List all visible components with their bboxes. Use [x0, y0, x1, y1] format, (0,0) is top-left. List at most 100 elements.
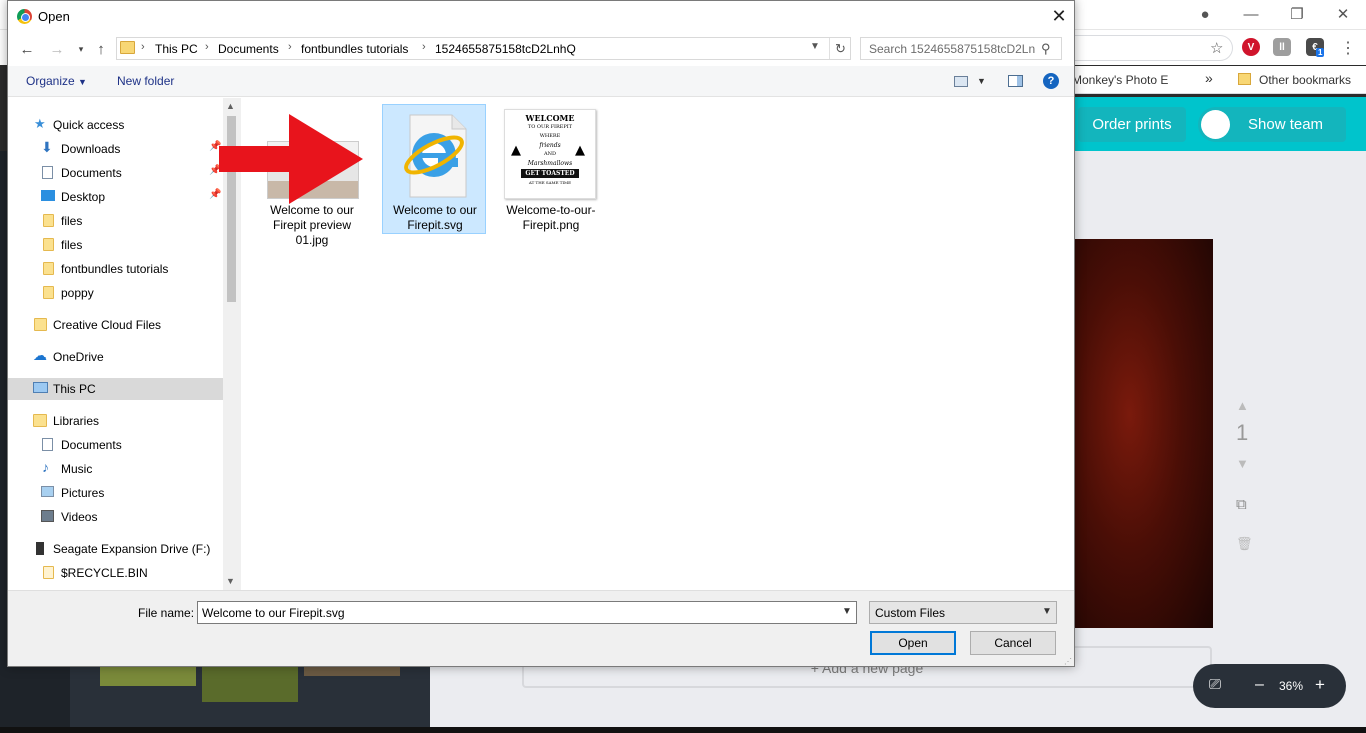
- thumb-text: WHERE: [539, 133, 561, 139]
- file-name-input[interactable]: Welcome to our Firepit.svg ▼: [197, 601, 857, 624]
- page-up-icon[interactable]: ▲: [1236, 398, 1252, 414]
- bookmark-star-icon[interactable]: ☆: [1210, 39, 1223, 57]
- nav-item-folder[interactable]: poppy: [8, 282, 223, 304]
- nav-item-videos[interactable]: Videos: [8, 506, 223, 528]
- thumb-text: WELCOME: [525, 113, 575, 123]
- extension-gray-icon[interactable]: ll: [1273, 38, 1291, 56]
- chevron-right-icon[interactable]: ›: [422, 41, 426, 53]
- open-file-dialog: Open ✕ ← → ▾ ↑ › This PC › Documents › f…: [7, 0, 1075, 667]
- bookmark-photo-editor[interactable]: Monkey's Photo E: [1072, 73, 1168, 87]
- extension-badge-count: 1: [1316, 48, 1325, 57]
- minimize-icon[interactable]: —: [1228, 0, 1274, 28]
- toggle-knob: [1201, 110, 1230, 139]
- chevron-down-icon[interactable]: ▼: [977, 76, 986, 86]
- search-icon[interactable]: ⚲: [1041, 41, 1051, 57]
- present-icon[interactable]: ⎚: [1209, 676, 1221, 693]
- nav-item-folder[interactable]: fontbundles tutorials: [8, 258, 223, 280]
- nav-item-library-documents[interactable]: Documents: [8, 434, 223, 456]
- back-arrow-icon[interactable]: ←: [18, 40, 36, 58]
- nav-item-quick-access[interactable]: ★ Quick access: [8, 114, 223, 136]
- scroll-up-icon[interactable]: ▲: [226, 101, 235, 111]
- restore-icon[interactable]: ❐: [1274, 0, 1320, 28]
- delete-page-icon[interactable]: 🗑: [1236, 536, 1253, 552]
- taskbar-edge: [0, 727, 1366, 733]
- profile-icon[interactable]: ●: [1182, 0, 1228, 28]
- design-canvas[interactable]: [1074, 239, 1213, 628]
- resize-grip-icon[interactable]: ⋰: [1064, 657, 1072, 666]
- other-bookmarks[interactable]: Other bookmarks: [1259, 73, 1351, 87]
- breadcrumb-this-pc[interactable]: This PC: [155, 42, 198, 56]
- extension-red-icon[interactable]: V: [1242, 38, 1260, 56]
- folder-icon: [43, 238, 54, 251]
- nav-item-music[interactable]: ♪ Music: [8, 458, 223, 480]
- file-name: Welcome to our Firepit preview 01.jpg: [270, 203, 354, 247]
- zoom-in-button[interactable]: +: [1315, 675, 1325, 695]
- view-options-icon[interactable]: [954, 76, 968, 87]
- recent-locations-icon[interactable]: ▾: [72, 40, 90, 58]
- creative-cloud-icon: [34, 318, 47, 331]
- folder-icon: [120, 41, 135, 54]
- nav-item-seagate-drive[interactable]: Seagate Expansion Drive (F:): [8, 538, 223, 560]
- forward-arrow-icon[interactable]: →: [48, 40, 66, 58]
- chevron-down-icon: ▼: [78, 77, 87, 87]
- show-team-button[interactable]: Show team: [1234, 107, 1346, 142]
- chevron-right-icon[interactable]: ›: [288, 41, 292, 53]
- breadcrumb-fontbundles[interactable]: fontbundles tutorials: [301, 42, 408, 56]
- file-item[interactable]: Welcome to our Firepit.svg: [382, 104, 486, 234]
- address-bar[interactable]: ☆: [1070, 35, 1233, 61]
- folder-icon: [43, 566, 54, 579]
- navigation-pane: ★ Quick access ⬇ Downloads 📌 Documents 📌…: [8, 98, 240, 590]
- help-icon[interactable]: ?: [1043, 73, 1059, 89]
- dialog-close-icon[interactable]: ✕: [1044, 3, 1074, 30]
- chevron-right-icon[interactable]: ›: [205, 41, 209, 53]
- chevron-down-icon[interactable]: ▼: [1042, 606, 1052, 617]
- nav-item-folder[interactable]: files: [8, 234, 223, 256]
- zoom-level[interactable]: 36%: [1279, 679, 1303, 693]
- chevron-down-icon[interactable]: ▼: [842, 606, 852, 617]
- music-icon: ♪: [42, 459, 49, 475]
- open-button[interactable]: Open: [870, 631, 956, 655]
- zoom-control: ⎚ – 36% +: [1193, 664, 1346, 708]
- file-type-select[interactable]: Custom Files ▼: [869, 601, 1057, 624]
- up-arrow-icon[interactable]: ↑: [92, 40, 110, 58]
- extension-badge-icon[interactable]: € 1: [1306, 38, 1325, 57]
- chrome-menu-icon[interactable]: ⋮: [1340, 38, 1356, 58]
- drive-icon: [36, 542, 44, 555]
- nav-item-recycle-bin[interactable]: $RECYCLE.BIN: [8, 562, 223, 584]
- file-list: Welcome to our Firepit preview 01.jpg We…: [219, 98, 1074, 590]
- nav-item-creative-cloud[interactable]: Creative Cloud Files: [8, 314, 223, 336]
- nav-item-folder[interactable]: files: [8, 210, 223, 232]
- nav-item-desktop[interactable]: Desktop 📌: [8, 186, 223, 208]
- bookmarks-overflow[interactable]: »: [1205, 70, 1213, 86]
- nav-item-libraries[interactable]: Libraries: [8, 410, 223, 432]
- search-input[interactable]: Search 1524655875158tcD2Ln ⚲: [860, 37, 1062, 60]
- nav-item-documents[interactable]: Documents 📌: [8, 162, 223, 184]
- other-bookmarks-folder-icon: [1238, 73, 1251, 85]
- nav-item-downloads[interactable]: ⬇ Downloads 📌: [8, 138, 223, 160]
- download-icon: ⬇: [41, 139, 53, 155]
- photo-thumbnail[interactable]: [100, 664, 196, 686]
- duplicate-page-icon[interactable]: ⧉: [1236, 496, 1252, 513]
- nav-item-onedrive[interactable]: ☁ OneDrive: [8, 346, 223, 368]
- file-item[interactable]: WELCOME TO OUR FIREPIT WHERE friends AND…: [498, 104, 602, 234]
- breadcrumb-current-folder[interactable]: 1524655875158tcD2LnhQ: [435, 42, 576, 56]
- photo-thumbnail[interactable]: [202, 664, 298, 702]
- nav-item-pictures[interactable]: Pictures: [8, 482, 223, 504]
- refresh-icon[interactable]: ↻: [829, 38, 851, 59]
- organize-button[interactable]: Organize ▼: [26, 74, 87, 88]
- page-down-icon[interactable]: ▼: [1236, 456, 1252, 472]
- window-close-icon[interactable]: ✕: [1320, 0, 1366, 28]
- red-arrow-annotation: [219, 114, 363, 204]
- breadcrumb-documents[interactable]: Documents: [218, 42, 279, 56]
- scroll-down-icon[interactable]: ▼: [226, 576, 235, 586]
- nav-item-this-pc[interactable]: This PC: [8, 378, 223, 400]
- cancel-button[interactable]: Cancel: [970, 631, 1056, 655]
- new-folder-button[interactable]: New folder: [117, 74, 174, 88]
- chevron-down-icon[interactable]: ▼: [810, 41, 820, 52]
- preview-pane-icon[interactable]: [1008, 75, 1023, 87]
- file-thumbnail: WELCOME TO OUR FIREPIT WHERE friends AND…: [504, 109, 596, 199]
- navigation-row: ← → ▾ ↑ › This PC › Documents › fontbund…: [8, 32, 1074, 66]
- order-prints-button[interactable]: Order prints: [1078, 107, 1186, 142]
- zoom-out-button[interactable]: –: [1255, 676, 1264, 694]
- address-breadcrumb[interactable]: › This PC › Documents › fontbundles tuto…: [116, 37, 851, 60]
